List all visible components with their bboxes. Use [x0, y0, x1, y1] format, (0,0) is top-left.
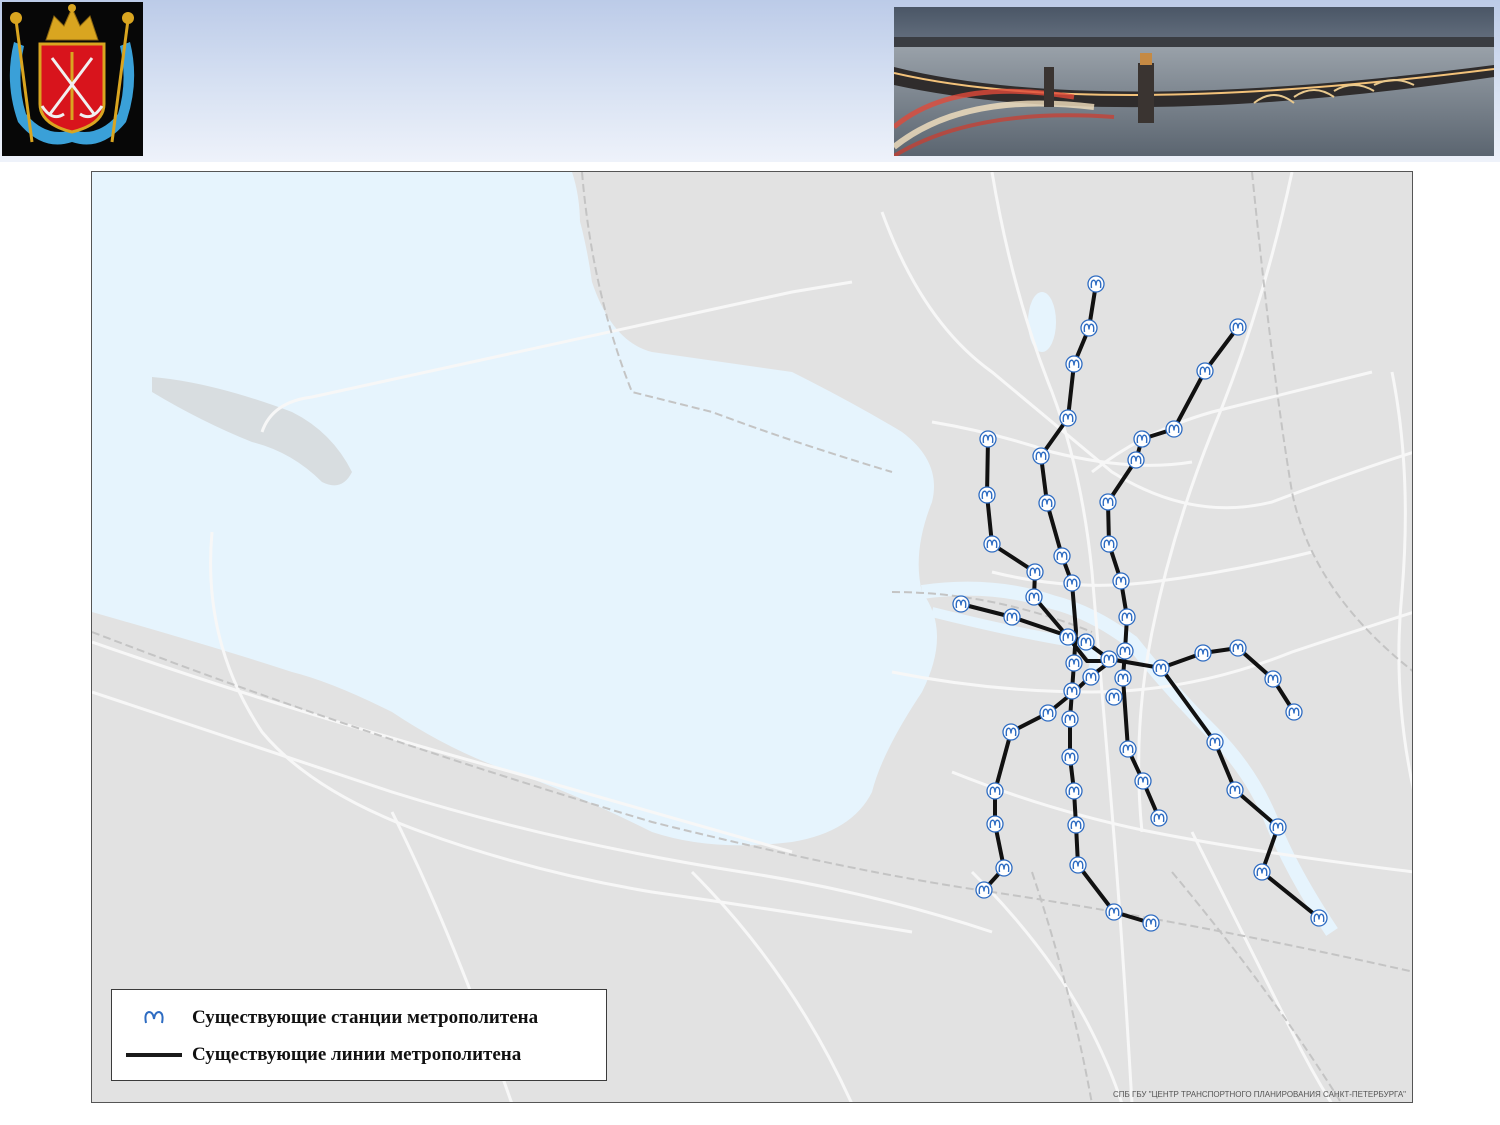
metro-station-icon[interactable]	[1065, 654, 1083, 672]
metro-station-icon[interactable]	[1061, 748, 1079, 766]
legend-lines-label: Существующие линии метрополитена	[192, 1044, 522, 1065]
metro-station-icon[interactable]	[1285, 703, 1303, 721]
metro-station-icon[interactable]	[1253, 863, 1271, 881]
metro-station-icon[interactable]	[1229, 318, 1247, 336]
gulf-water-main	[92, 172, 937, 846]
metro-station-icon[interactable]	[1150, 809, 1168, 827]
metro-station-icon[interactable]	[1063, 574, 1081, 592]
metro-station-icon[interactable]	[1099, 493, 1117, 511]
metro-station-icon[interactable]	[1069, 856, 1087, 874]
metro-station-icon[interactable]	[1229, 639, 1247, 657]
metro-station-icon[interactable]	[1100, 650, 1118, 668]
metro-station-icon[interactable]	[1152, 659, 1170, 677]
metro-station-icon[interactable]	[1105, 903, 1123, 921]
metro-station-icon[interactable]	[1264, 670, 1282, 688]
metro-station-icon[interactable]	[1116, 642, 1134, 660]
metro-station-icon[interactable]	[995, 859, 1013, 877]
metro-station-icon[interactable]	[1119, 740, 1137, 758]
metro-station-icon[interactable]	[1082, 668, 1100, 686]
metro-station-icon[interactable]	[952, 595, 970, 613]
legend-row-lines: Существующие линии метрополитена	[112, 1040, 606, 1070]
metro-station-icon[interactable]	[1112, 572, 1130, 590]
metro-station-icon[interactable]	[1059, 628, 1077, 646]
map-credit: СПБ ГБУ "ЦЕНТР ТРАНСПОРТНОГО ПЛАНИРОВАНИ…	[1113, 1090, 1406, 1099]
metro-station-icon[interactable]	[1032, 447, 1050, 465]
metro-station-icon[interactable]	[1061, 710, 1079, 728]
metro-station-icon[interactable]	[1194, 644, 1212, 662]
map-legend: Существующие станции метрополитена Сущес…	[111, 989, 607, 1081]
metro-station-icon[interactable]	[1134, 772, 1152, 790]
north-lake	[1028, 292, 1056, 352]
metro-station-icon[interactable]	[983, 535, 1001, 553]
legend-row-stations: Существующие станции метрополитена	[112, 1003, 606, 1033]
metro-station-icon[interactable]	[1118, 608, 1136, 626]
metro-station-icon[interactable]	[1310, 909, 1328, 927]
metro-station-icon[interactable]	[978, 486, 996, 504]
metro-station-icon[interactable]	[1105, 688, 1123, 706]
metro-station-icon[interactable]	[1065, 355, 1083, 373]
metro-station-icon[interactable]	[979, 430, 997, 448]
metro-station-icon[interactable]	[1067, 816, 1085, 834]
coat-of-arms-emblem	[2, 2, 143, 156]
metro-station-icon[interactable]	[1226, 781, 1244, 799]
legend-stations-label: Существующие станции метрополитена	[192, 1007, 539, 1028]
metro-station-icon[interactable]	[1196, 362, 1214, 380]
metro-station-icon[interactable]	[986, 782, 1004, 800]
metro-station-icon[interactable]	[1065, 782, 1083, 800]
metro-station-icon[interactable]	[975, 881, 993, 899]
metro-station-icon[interactable]	[1053, 547, 1071, 565]
metro-station-icon[interactable]	[1133, 430, 1151, 448]
metro-station-icon[interactable]	[1206, 733, 1224, 751]
metro-station-icon[interactable]	[1269, 818, 1287, 836]
metro-m-icon	[144, 1010, 164, 1024]
metro-station-icon[interactable]	[1003, 608, 1021, 626]
metro-station-icon[interactable]	[986, 815, 1004, 833]
metro-station-icon[interactable]	[1114, 669, 1132, 687]
metro-station-icon[interactable]	[1142, 914, 1160, 932]
metro-station-icon[interactable]	[1127, 451, 1145, 469]
page-header	[0, 0, 1500, 162]
metro-station-icon[interactable]	[1087, 275, 1105, 293]
metro-station-icon[interactable]	[1039, 704, 1057, 722]
metro-station-icon[interactable]	[1026, 563, 1044, 581]
metro-station-icon[interactable]	[1077, 633, 1095, 651]
metro-station-icon[interactable]	[1002, 723, 1020, 741]
city-bridge-photo	[894, 7, 1494, 156]
metro-lines	[960, 283, 1321, 925]
metro-station-icon[interactable]	[1025, 588, 1043, 606]
metro-station-icon[interactable]	[1059, 409, 1077, 427]
metro-station-icon[interactable]	[1080, 319, 1098, 337]
metro-station-icon[interactable]	[1038, 494, 1056, 512]
metro-station-icon[interactable]	[1063, 682, 1081, 700]
metro-station-icon[interactable]	[1100, 535, 1118, 553]
metro-line-swatch	[126, 1053, 182, 1057]
metro-station-icon[interactable]	[1165, 420, 1183, 438]
metro-map[interactable]: СПБ ГБУ "ЦЕНТР ТРАНСПОРТНОГО ПЛАНИРОВАНИ…	[91, 171, 1413, 1103]
